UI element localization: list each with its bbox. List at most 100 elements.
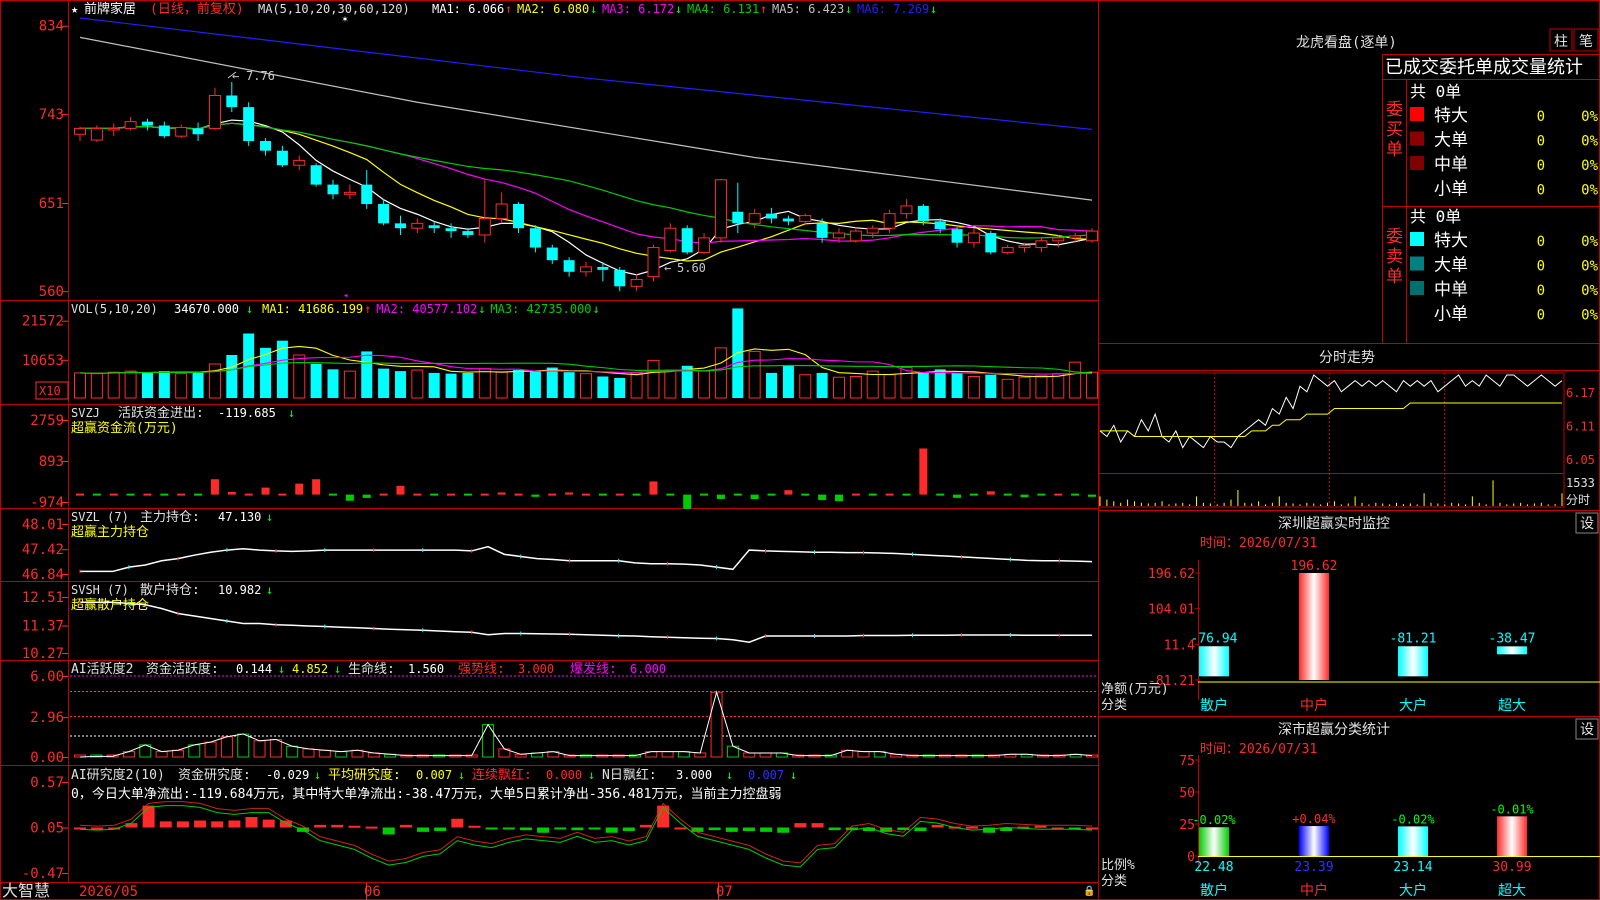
sz-y-tick: 104.01 [1148, 603, 1195, 618]
candle-body-up [1001, 247, 1014, 253]
svzj-bar [716, 494, 725, 499]
svsh-subtitle: 超赢散户持仓 [71, 597, 149, 613]
volume-header: VOL(5,10,20) 34670.000 ↓ MA1: 41686.199 ↑… [71, 302, 600, 316]
y-tick-label: 0.00 [30, 750, 64, 766]
candle-body-up [411, 222, 424, 229]
volume-bar [378, 368, 390, 398]
buy-rows: 特大 0 0% 大单 0 0% 中单 0 0% 小单 0 0% [1410, 106, 1599, 200]
burst-label: 爆发线: [570, 661, 617, 677]
svzj-bar [278, 493, 287, 496]
research-bar [399, 824, 412, 828]
period-marker-icon: ◂ [343, 291, 348, 301]
row-value: 0 [1537, 259, 1545, 275]
svzj-bar [362, 494, 371, 498]
svzj-bar [92, 493, 101, 496]
ai-active-bar [710, 691, 723, 758]
vol-ma-dir-2: ↓ [478, 302, 485, 316]
class-stats-panel[interactable]: 深市超赢分类统计 设 时间：2026/07/31 7550250-0.02%22… [1101, 718, 1600, 899]
research-value: -0.029 [266, 768, 309, 782]
vol-ma-legend-2: MA2: 40577.102 [376, 302, 477, 316]
tiger-panel[interactable]: 龙虎看盘(逐单) 柱 笔 已成交委托单成交量统计 委买单 共 0单 特大 0 0%大… [1296, 28, 1599, 325]
sz-category-label: 中户 [1300, 697, 1328, 714]
svzj-panel[interactable]: SVZJ 活跃资金进出: -119.685 ↓ 超赢资金流(万元) 2759 89… [30, 405, 1096, 511]
intraday-panel[interactable]: 分时走势 6.17 6.11 6.05 1533 分时 [1098, 350, 1595, 508]
svzj-bar [750, 494, 759, 499]
ma-line-10 [80, 122, 1093, 262]
row-pct: 0% [1581, 234, 1598, 250]
cls-bar [1199, 827, 1229, 856]
cls-category-label: 大户 [1399, 882, 1427, 899]
row-pct: 0% [1581, 183, 1598, 199]
moving-average-lines [79, 17, 1093, 276]
ai-activity-panel[interactable]: AI活跃度2 资金活跃度: 0.144 ↓ 4.852 ↓ 生命线: 1.560… [30, 661, 1098, 766]
svzj-bar [767, 493, 776, 496]
sz-monitor-panel[interactable]: 深圳超赢实时监控 设 时间：2026/07/31 196.62104.0111.… [1101, 512, 1600, 714]
row-value: 0 [1537, 134, 1545, 150]
vol-ma-legend: MA1: 41686.199 ↑ MA2: 40577.102 ↓ MA3: 42735… [262, 302, 600, 316]
sell-total: 共 0单 [1410, 207, 1461, 226]
y-tick-label: 651 [39, 196, 64, 212]
ai-research-y-axis: 0.57 0.05 -0.47 [22, 775, 68, 882]
candle-body-down [681, 228, 693, 253]
kline-panel[interactable]: ★ 前牌家居 (日线，前复权) MA(5,10,20,30,60,120) MA… [39, 1, 1098, 301]
research-bar [194, 820, 207, 828]
ai-active-v2-dir: ↓ [334, 662, 341, 676]
svzl-panel[interactable]: SVZL (7) 主力持仓: 47.130 ↓ 超赢主力持仓 48.01 47.4… [22, 510, 1093, 583]
date-label-06: 06 [364, 884, 381, 900]
volume-bar [714, 347, 727, 399]
svsh-panel[interactable]: SVSH (7) 散户持仓: 10.982 ↓ 超赢散户持仓 12.51 11.3… [22, 582, 1092, 662]
svzj-bar [953, 494, 962, 498]
ma-legend: MA1: 6.066 ↑ MA2: 6.080 ↓ MA3: 6.172 ↓ MA4: 6.… [432, 2, 937, 16]
research-bar [554, 827, 567, 830]
ma-legend-item-2: MA2: 6.080 [517, 2, 589, 16]
candle-body-down [917, 205, 929, 222]
research-bar [742, 827, 755, 831]
candle-body-down [394, 223, 406, 229]
research-bar [365, 826, 378, 829]
ai-active-bar [694, 752, 707, 758]
row-label: 中单 [1434, 155, 1468, 175]
candle-body-up [90, 127, 103, 141]
ai-active-bar [269, 738, 282, 758]
y-tick-label: 11.37 [22, 619, 64, 635]
brand-label: 大智慧 [2, 881, 50, 900]
y-tick-label: 46.84 [22, 567, 64, 583]
svzj-bar [396, 485, 405, 495]
svzj-bar [1071, 493, 1080, 496]
sz-title: 深圳超赢实时监控 [1278, 515, 1390, 532]
row-swatch [1410, 281, 1424, 295]
svzj-bar [480, 493, 489, 496]
research-bar [142, 805, 155, 828]
cls-value-label: 22.48 [1194, 860, 1233, 875]
candle-body-down [597, 266, 609, 270]
intraday-lines [1099, 374, 1563, 449]
volume-bar [327, 369, 339, 398]
ma-legend-dir-4: ↑ [760, 2, 767, 16]
svzj-bar [784, 490, 793, 495]
research-bar [1034, 825, 1047, 828]
research-bar [914, 827, 927, 831]
intraday-y-tick: 6.17 [1566, 386, 1595, 400]
y-tick-label: 2759 [30, 413, 64, 429]
svzj-bar [177, 493, 186, 496]
research-bar [674, 827, 687, 830]
ai-active-v2: 4.852 [292, 662, 328, 676]
volume-bar [664, 369, 677, 399]
lock-icon[interactable]: 🔒 [1083, 885, 1095, 897]
svzl-dir: ↓ [266, 510, 273, 524]
svsh-dir: ↓ [266, 583, 273, 597]
ai-research-panel[interactable]: AI研究度2(10) 资金研究度: -0.029 ↓ 平均研究度: 0.007 … [22, 767, 1098, 882]
nred-label: N日飘红: [602, 767, 657, 783]
ai-active-level-lines [70, 675, 1096, 737]
low-price-label: 5.60 [677, 261, 706, 275]
research-bar [382, 827, 395, 835]
volume-bar [698, 370, 711, 399]
research-bar [417, 827, 430, 832]
candle-body-down [614, 269, 626, 287]
side-char: 委 [1386, 227, 1403, 247]
vol-value-dir: ↓ [246, 302, 253, 316]
volume-panel[interactable]: VOL(5,10,20) 34670.000 ↓ MA1: 41686.199 ↑… [22, 302, 1098, 400]
ai-active-label: AI活跃度2 [71, 661, 133, 677]
svzj-bar [413, 493, 422, 496]
candle-body-down [327, 184, 339, 195]
